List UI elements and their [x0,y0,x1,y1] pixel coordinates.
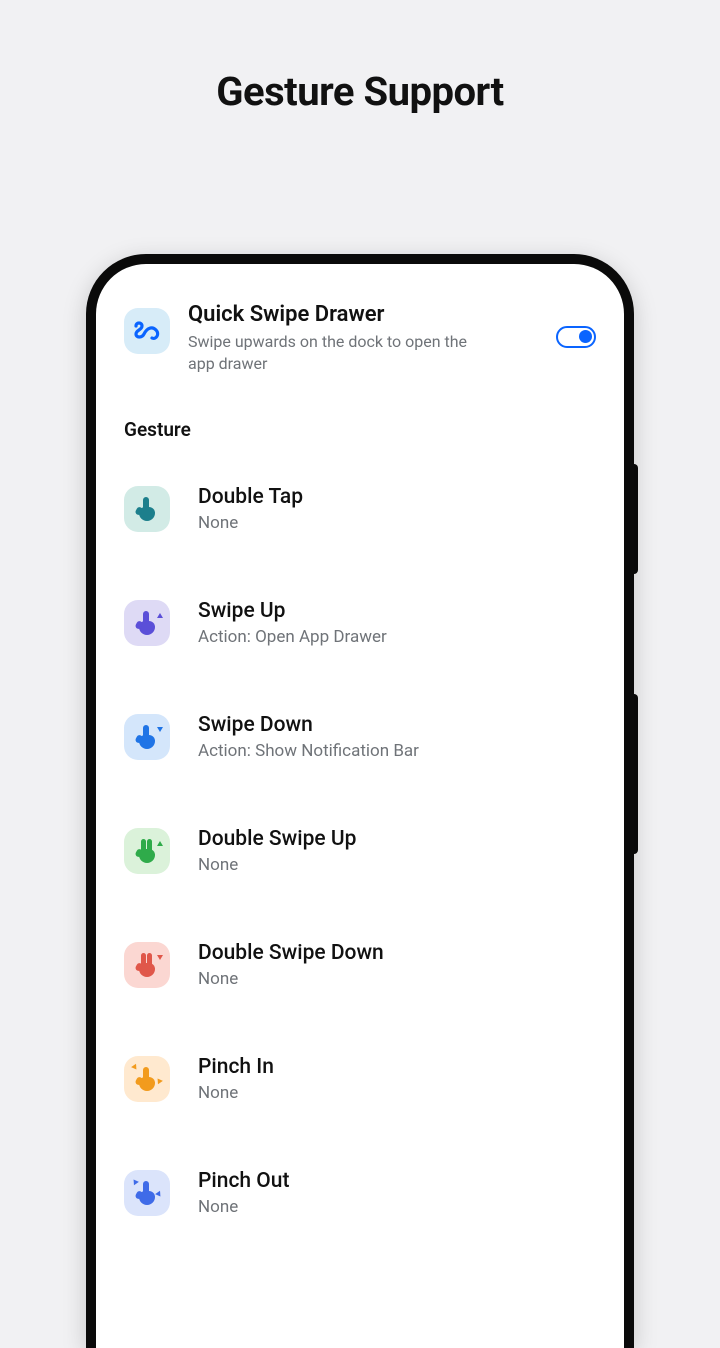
gesture-list: Double Tap None Swipe Up Action: Open Ap… [124,485,596,1217]
quick-swipe-toggle[interactable] [556,326,596,348]
gesture-row-double-swipe-up[interactable]: Double Swipe Up None [124,827,596,875]
quick-swipe-title: Quick Swipe Drawer [188,302,538,327]
gesture-row-double-swipe-down[interactable]: Double Swipe Down None [124,941,596,989]
gesture-subtitle: None [198,1083,274,1103]
settings-screen: Quick Swipe Drawer Swipe upwards on the … [96,264,624,1217]
squiggle-icon [124,308,170,354]
gesture-row-pinch-in[interactable]: Pinch In None [124,1055,596,1103]
gesture-section-label: Gesture [124,418,596,441]
gesture-subtitle: None [198,1197,289,1217]
gesture-title: Pinch In [198,1055,274,1079]
gesture-subtitle: Action: Open App Drawer [198,627,387,647]
quick-swipe-subtitle: Swipe upwards on the dock to open the ap… [188,331,488,374]
gesture-row-swipe-up[interactable]: Swipe Up Action: Open App Drawer [124,599,596,647]
gesture-subtitle: None [198,855,356,875]
swipe-up-icon [124,600,170,646]
gesture-title: Swipe Down [198,713,419,737]
gesture-title: Swipe Up [198,599,387,623]
pinch-in-icon [124,1056,170,1102]
gesture-subtitle: Action: Show Notification Bar [198,741,419,761]
page-title: Gesture Support [0,68,720,115]
quick-swipe-drawer-row[interactable]: Quick Swipe Drawer Swipe upwards on the … [124,302,596,374]
gesture-row-double-tap[interactable]: Double Tap None [124,485,596,533]
pinch-out-icon [124,1170,170,1216]
gesture-title: Double Tap [198,485,303,509]
double-tap-icon [124,486,170,532]
swipe-down-icon [124,714,170,760]
gesture-title: Pinch Out [198,1169,289,1193]
gesture-subtitle: None [198,513,303,533]
gesture-row-swipe-down[interactable]: Swipe Down Action: Show Notification Bar [124,713,596,761]
gesture-row-pinch-out[interactable]: Pinch Out None [124,1169,596,1217]
phone-frame: Quick Swipe Drawer Swipe upwards on the … [86,254,634,1348]
gesture-title: Double Swipe Down [198,941,384,965]
double-swipe-up-icon [124,828,170,874]
gesture-title: Double Swipe Up [198,827,356,851]
double-swipe-down-icon [124,942,170,988]
gesture-subtitle: None [198,969,384,989]
phone-mockup: Quick Swipe Drawer Swipe upwards on the … [86,254,634,1348]
